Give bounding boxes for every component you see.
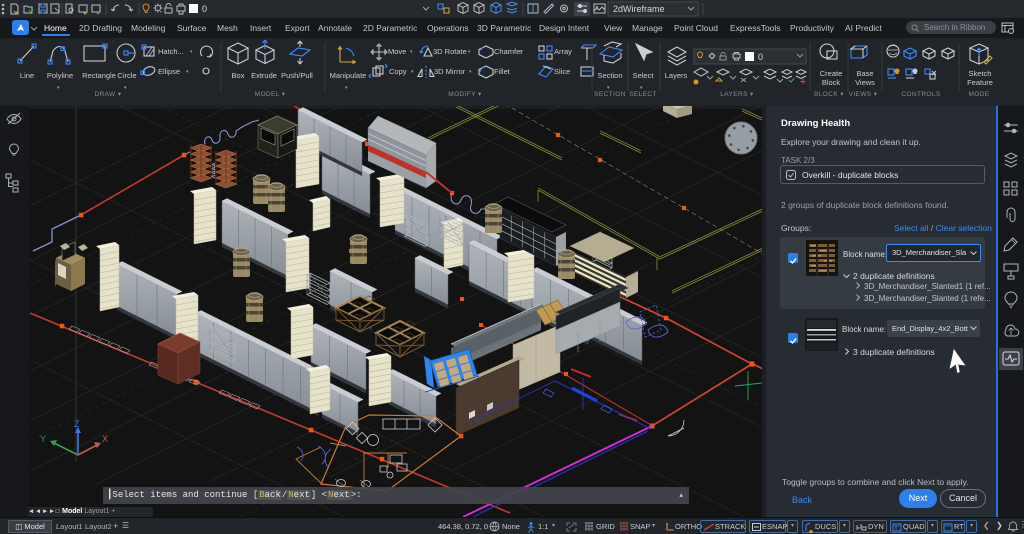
svg-text:▾: ▾	[345, 85, 348, 91]
svg-text:MODIFY ▾: MODIFY ▾	[448, 91, 482, 98]
svg-text:▾: ▾	[57, 85, 60, 91]
svg-text:▾: ▾	[411, 69, 414, 75]
svg-text:Box: Box	[232, 71, 245, 80]
svg-text:▾: ▾	[190, 49, 193, 55]
svg-text:Feature: Feature	[967, 78, 993, 87]
svg-text:Select: Select	[633, 71, 655, 80]
svg-text:SECTION: SECTION	[594, 91, 626, 98]
svg-text:Z: Z	[74, 419, 80, 429]
svg-text:▾: ▾	[186, 69, 189, 75]
svg-text:Ellipse: Ellipse	[158, 67, 180, 76]
svg-text:Sketch: Sketch	[969, 69, 992, 78]
svg-text:MODEL ▾: MODEL ▾	[255, 91, 286, 98]
svg-text:Layers: Layers	[665, 71, 688, 80]
svg-text:0: 0	[758, 52, 763, 62]
svg-text:Circle: Circle	[117, 71, 136, 80]
svg-text:MODE: MODE	[968, 91, 989, 98]
svg-text:Move: Move	[388, 47, 406, 56]
svg-text:3D Mirror: 3D Mirror	[434, 67, 466, 76]
svg-text:BLOCK ▾: BLOCK ▾	[814, 91, 844, 98]
svg-text:SELECT: SELECT	[629, 91, 657, 98]
svg-text:Hatch...: Hatch...	[158, 47, 184, 56]
svg-text:Y: Y	[40, 434, 46, 444]
svg-text:CONTROLS: CONTROLS	[901, 91, 941, 98]
svg-text:▾: ▾	[468, 49, 471, 55]
svg-text:▾: ▾	[410, 49, 413, 55]
svg-text:Array: Array	[554, 47, 572, 56]
svg-text:Fillet: Fillet	[494, 67, 511, 76]
svg-text:Copy: Copy	[389, 67, 407, 76]
svg-text:X: X	[102, 434, 108, 444]
svg-text:DRAW ▾: DRAW ▾	[94, 91, 121, 98]
svg-text:Rectangle: Rectangle	[82, 71, 116, 80]
svg-text:▾: ▾	[124, 85, 127, 91]
svg-text:Slice: Slice	[554, 67, 570, 76]
svg-text:Section: Section	[597, 71, 622, 80]
svg-text:Polyline: Polyline	[47, 71, 73, 80]
svg-text:Views: Views	[855, 78, 875, 87]
svg-text:▾: ▾	[469, 69, 472, 75]
svg-text:Manipulate: Manipulate	[330, 71, 367, 80]
svg-text:2dWireframe: 2dWireframe	[613, 4, 665, 14]
svg-text:VIEWS ▾: VIEWS ▾	[849, 91, 878, 98]
svg-text:3D Rotate: 3D Rotate	[433, 47, 467, 56]
svg-text:Block: Block	[822, 78, 841, 87]
svg-text:Base: Base	[856, 69, 873, 78]
svg-text:Create: Create	[820, 69, 843, 78]
svg-text:Line: Line	[20, 71, 34, 80]
svg-text:Push/Pull: Push/Pull	[281, 71, 313, 80]
svg-text:0: 0	[202, 4, 207, 14]
svg-text:LAYERS ▾: LAYERS ▾	[720, 91, 754, 98]
svg-text:Chamfer: Chamfer	[494, 47, 523, 56]
svg-text:Extrude: Extrude	[251, 71, 277, 80]
